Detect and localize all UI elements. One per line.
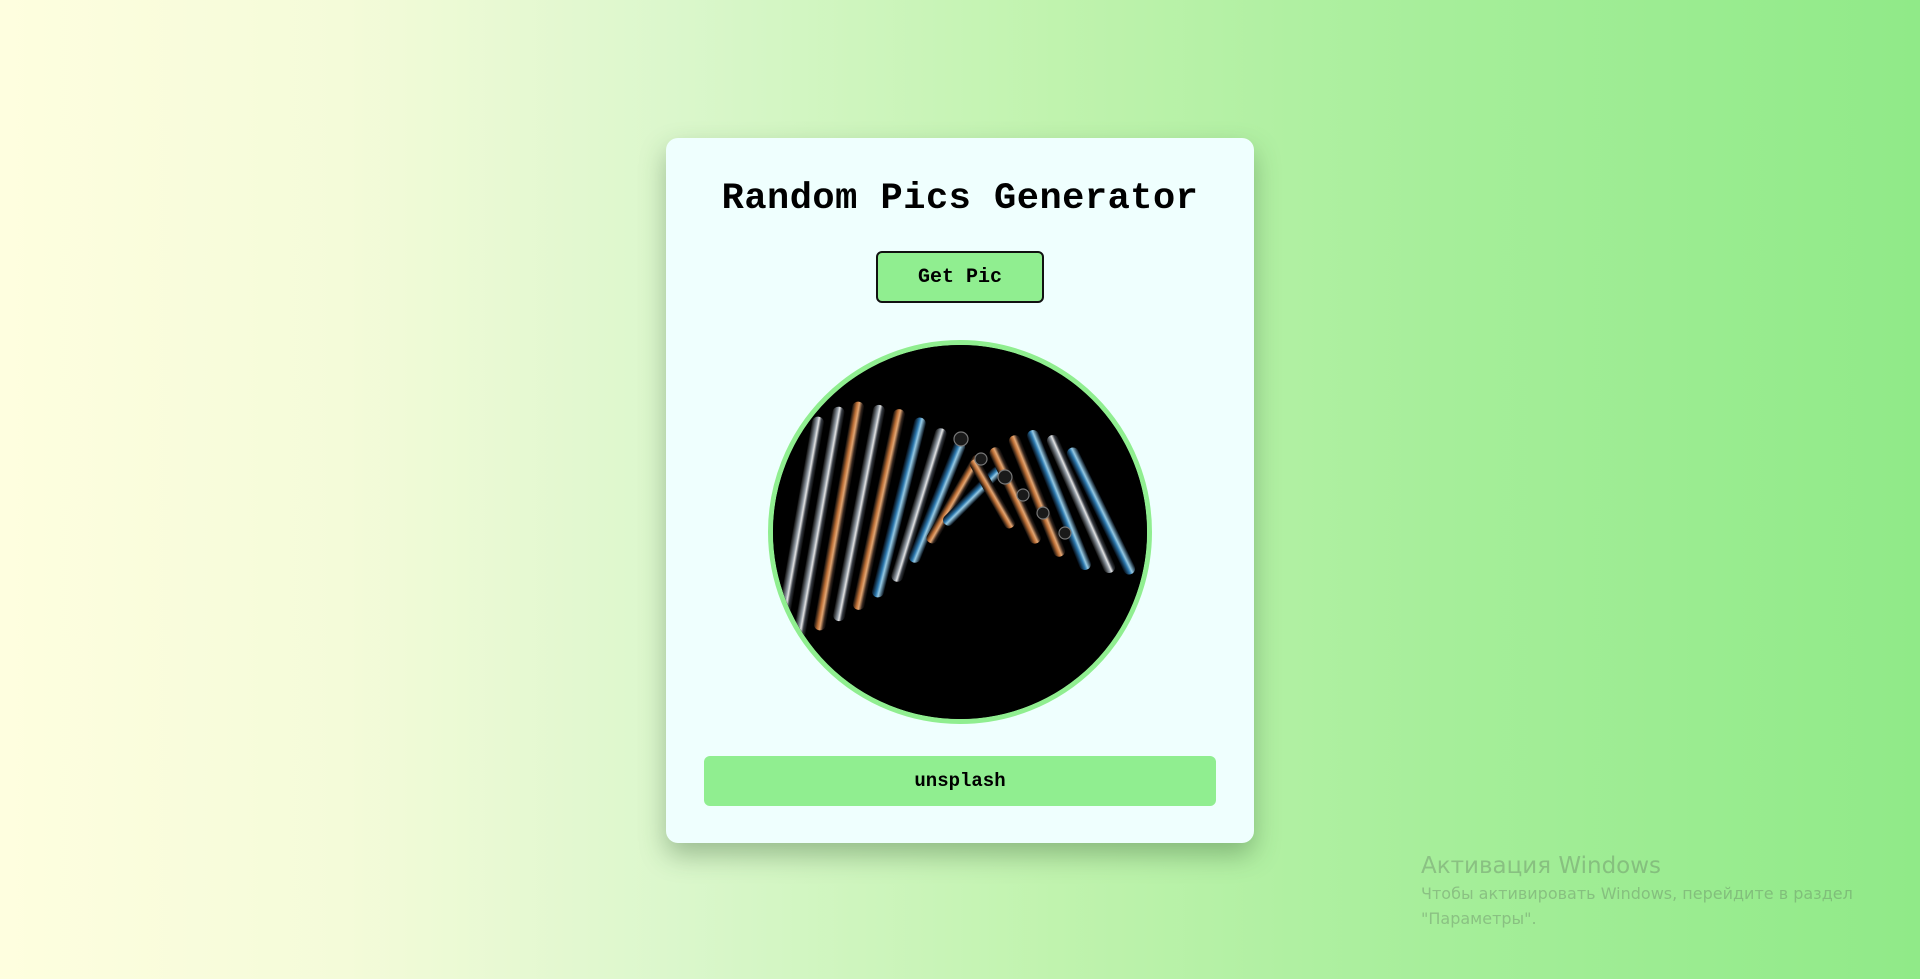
random-picture — [768, 340, 1152, 724]
source-link-unsplash[interactable]: unsplash — [704, 756, 1216, 806]
windows-activation-watermark: Активация Windows Чтобы активировать Win… — [1421, 851, 1861, 931]
generator-card: Random Pics Generator Get Pic unsplash — [666, 138, 1254, 843]
watermark-line-2: "Параметры". — [1421, 909, 1537, 928]
watermark-line-1: Чтобы активировать Windows, перейдите в … — [1421, 884, 1853, 903]
dna-helix-image — [773, 345, 1147, 719]
get-pic-button[interactable]: Get Pic — [876, 251, 1044, 303]
watermark-title: Активация Windows — [1421, 853, 1662, 879]
page-title: Random Pics Generator — [721, 178, 1199, 220]
